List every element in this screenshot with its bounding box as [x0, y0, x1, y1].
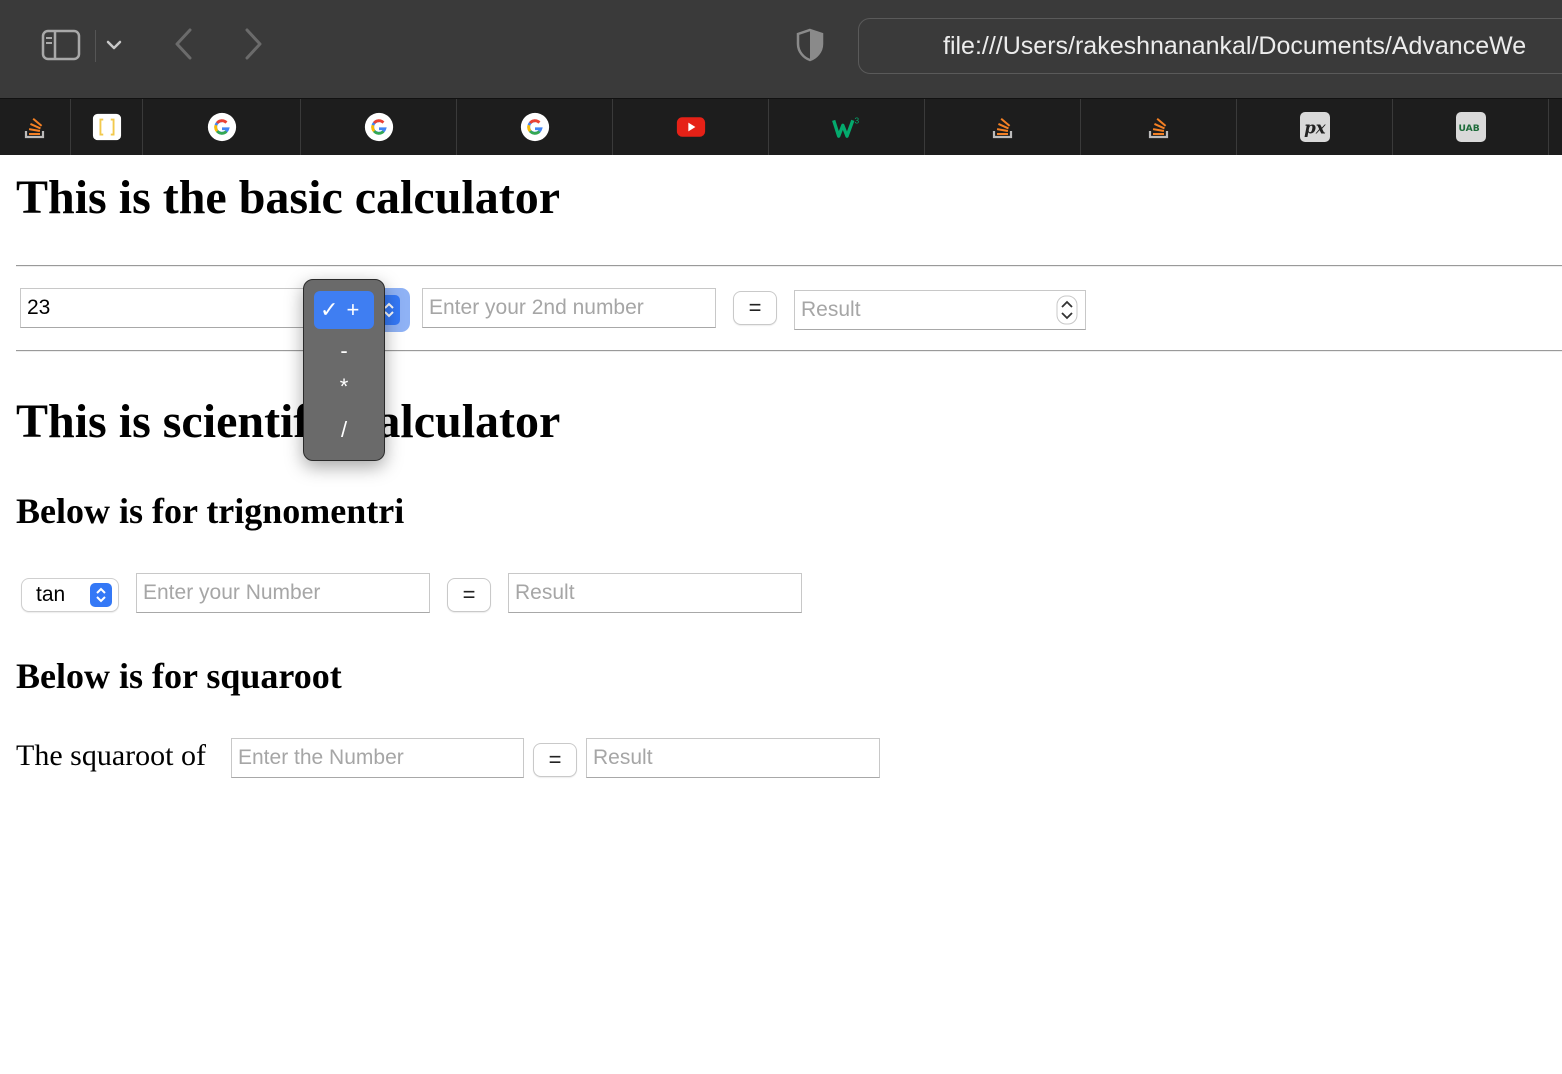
- google-icon: [207, 112, 237, 142]
- w3schools-icon: 3: [831, 112, 862, 142]
- chevron-down-icon[interactable]: [100, 30, 128, 60]
- trig-function-value: tan: [36, 583, 66, 606]
- back-arrow-icon[interactable]: [165, 24, 201, 64]
- favorite-tab[interactable]: [71, 99, 143, 155]
- svg-text:UAB: UAB: [1458, 123, 1479, 134]
- brackets-icon: [92, 112, 122, 142]
- operator-dropdown-menu: ✓ + - * /: [303, 279, 385, 461]
- divider-top: [16, 265, 1562, 267]
- trig-result-input[interactable]: [508, 573, 802, 613]
- sqrt-number-input[interactable]: [231, 738, 524, 778]
- basic-calculator-title: This is the basic calculator: [16, 171, 561, 224]
- address-bar[interactable]: file:///Users/rakeshnanankal/Documents/A…: [858, 18, 1562, 74]
- stackoverflow-icon: [988, 112, 1018, 142]
- favorite-tab[interactable]: [0, 99, 71, 155]
- first-number-input[interactable]: [20, 288, 310, 328]
- sqrt-result-input[interactable]: [586, 738, 880, 778]
- checkmark-icon: ✓: [320, 297, 339, 322]
- operator-option-plus[interactable]: ✓ +: [314, 291, 374, 329]
- youtube-icon: [676, 112, 706, 142]
- px-icon: px: [1299, 112, 1330, 142]
- divider-bottom: [16, 350, 1562, 352]
- forward-arrow-icon[interactable]: [236, 24, 272, 64]
- scientific-calculator-title: This is scientif alculator: [16, 395, 561, 448]
- trig-function-select[interactable]: tan: [21, 578, 119, 612]
- select-arrows-icon: [90, 583, 112, 607]
- trig-heading: Below is for trignomentri: [16, 491, 405, 531]
- svg-text:3: 3: [854, 116, 859, 126]
- trig-equals-button[interactable]: =: [447, 578, 491, 612]
- favorite-tab[interactable]: [925, 99, 1081, 155]
- favorite-tab[interactable]: [1081, 99, 1237, 155]
- operator-option-multiply[interactable]: *: [314, 368, 374, 406]
- sidebar-toggle-icon[interactable]: [38, 28, 84, 62]
- basic-result-field[interactable]: [794, 290, 1086, 330]
- operator-option-minus[interactable]: -: [314, 332, 374, 370]
- browser-toolbar: file:///Users/rakeshnanankal/Documents/A…: [0, 0, 1562, 98]
- favorites-bar: 3 px UAB: [0, 98, 1562, 155]
- favorite-tab[interactable]: [613, 99, 769, 155]
- favorite-tab[interactable]: [457, 99, 613, 155]
- favorite-tab[interactable]: px: [1237, 99, 1393, 155]
- trig-number-input[interactable]: [136, 573, 430, 613]
- operator-option-divide[interactable]: /: [314, 411, 374, 449]
- google-icon: [520, 112, 550, 142]
- stackoverflow-icon: [1144, 112, 1174, 142]
- uab-icon: UAB: [1455, 112, 1486, 142]
- favorite-tab[interactable]: [143, 99, 301, 155]
- basic-result-input[interactable]: [794, 290, 1086, 330]
- stackoverflow-icon: [20, 112, 50, 142]
- privacy-shield-icon[interactable]: [790, 26, 830, 64]
- basic-equals-button[interactable]: =: [733, 291, 777, 325]
- svg-text:px: px: [1304, 118, 1327, 138]
- favorite-tab[interactable]: 3: [769, 99, 925, 155]
- favorite-tab[interactable]: UAB: [1393, 99, 1549, 155]
- second-number-input[interactable]: [422, 288, 716, 328]
- toolbar-divider: [95, 30, 96, 62]
- url-text: file:///Users/rakeshnanankal/Documents/A…: [943, 32, 1527, 60]
- sqrt-heading: Below is for squaroot: [16, 656, 342, 696]
- google-icon: [364, 112, 394, 142]
- number-stepper-icon[interactable]: [1056, 295, 1078, 325]
- favorite-tab[interactable]: [301, 99, 457, 155]
- sqrt-label: The squaroot of: [16, 739, 206, 772]
- sqrt-equals-button[interactable]: =: [533, 743, 577, 777]
